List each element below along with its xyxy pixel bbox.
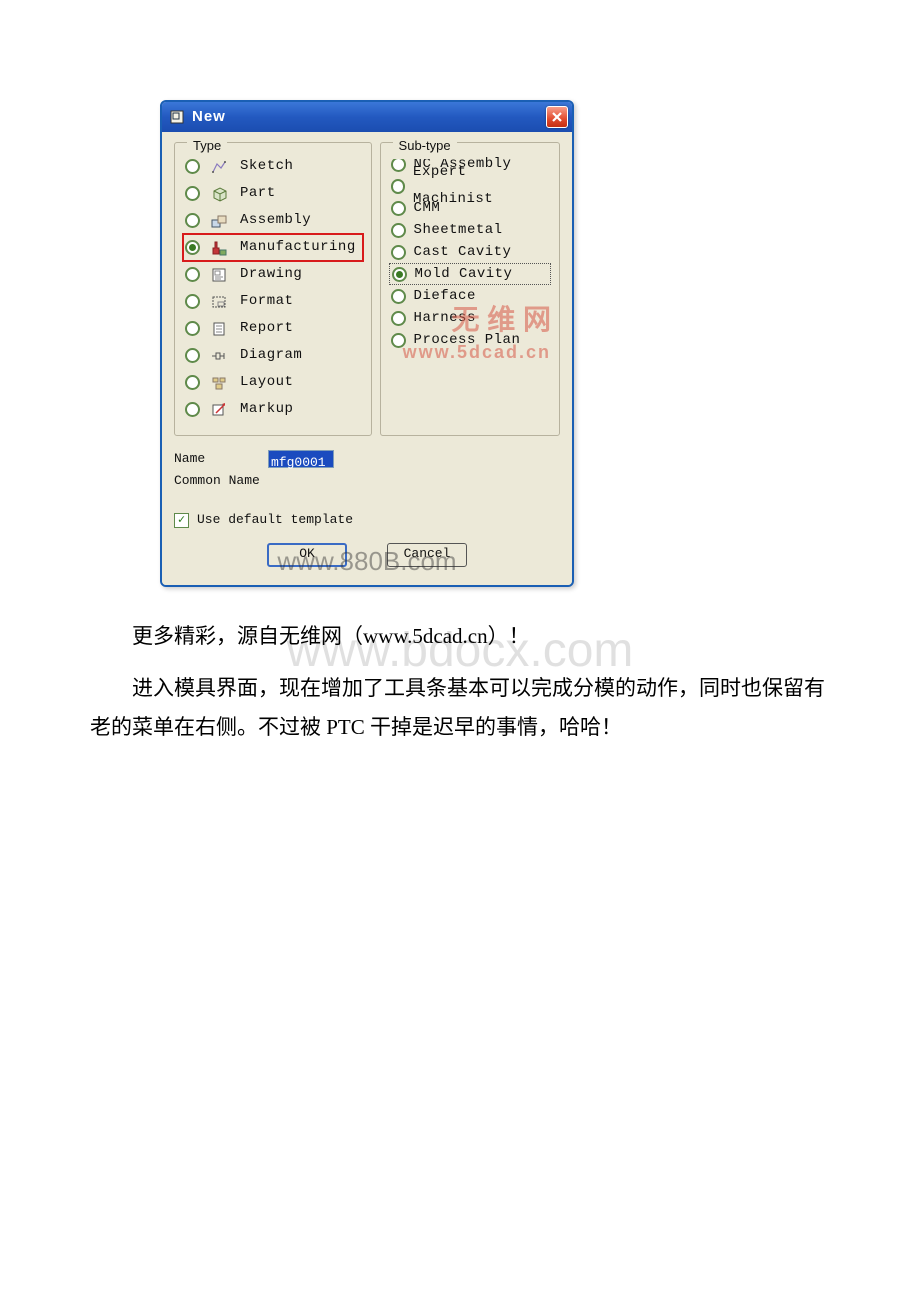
part-icon bbox=[208, 185, 230, 203]
type-option-part[interactable]: Part bbox=[183, 180, 363, 207]
common-name-row: Common Name bbox=[174, 470, 560, 492]
subtype-option-sheetmetal[interactable]: Sheetmetal bbox=[389, 219, 551, 241]
type-option-layout[interactable]: Layout bbox=[183, 369, 363, 396]
window-title: New bbox=[192, 103, 546, 132]
paragraph-2: 进入模具界面，现在增加了工具条基本可以完成分模的动作，同时也保留有老的菜单在右侧… bbox=[90, 669, 830, 749]
watermark-880b: www.880B.com bbox=[170, 537, 564, 586]
type-option-manufacturing[interactable]: Manufacturing bbox=[183, 234, 363, 261]
subtype-option-cast-cavity[interactable]: Cast Cavity bbox=[389, 241, 551, 263]
type-group: Type Sketch Part Assembly bbox=[174, 142, 372, 436]
radio-icon bbox=[185, 240, 200, 255]
subtype-option-expert-machinist[interactable]: Expert Machinist bbox=[389, 175, 551, 197]
radio-icon bbox=[185, 375, 200, 390]
radio-icon bbox=[391, 333, 406, 348]
radio-icon bbox=[391, 223, 406, 238]
assembly-icon bbox=[208, 212, 230, 230]
type-label: Layout bbox=[240, 369, 293, 396]
name-input[interactable]: mfg0001 bbox=[268, 450, 334, 468]
radio-icon bbox=[391, 245, 406, 260]
subtype-label: Process Plan bbox=[414, 327, 521, 354]
paragraph-1: 更多精彩，源自无维网（www.5dcad.cn）！ bbox=[90, 617, 830, 657]
type-label: Diagram bbox=[240, 342, 302, 369]
checkbox-label: Use default template bbox=[197, 508, 353, 533]
close-button[interactable] bbox=[546, 106, 568, 128]
radio-icon bbox=[185, 321, 200, 336]
type-label: Drawing bbox=[240, 261, 302, 288]
subtype-group-label: Sub-type bbox=[393, 134, 457, 159]
close-icon bbox=[551, 111, 563, 123]
subtype-option-process-plan[interactable]: Process Plan bbox=[389, 329, 551, 351]
common-name-label: Common Name bbox=[174, 469, 268, 494]
manufacturing-icon bbox=[208, 239, 230, 257]
dialog-body: Type Sketch Part Assembly bbox=[162, 132, 572, 585]
drawing-icon bbox=[208, 266, 230, 284]
radio-icon bbox=[185, 186, 200, 201]
type-label: Assembly bbox=[240, 207, 311, 234]
type-option-format[interactable]: Format bbox=[183, 288, 363, 315]
radio-icon bbox=[185, 348, 200, 363]
diagram-icon bbox=[208, 347, 230, 365]
button-row: www.880B.com OK Cancel bbox=[170, 533, 564, 577]
type-label: Markup bbox=[240, 396, 293, 423]
type-label: Format bbox=[240, 288, 293, 315]
radio-icon bbox=[185, 402, 200, 417]
titlebar[interactable]: New bbox=[162, 102, 572, 132]
radio-icon bbox=[391, 201, 406, 216]
radio-icon bbox=[392, 267, 407, 282]
name-label: Name bbox=[174, 447, 268, 472]
radio-icon bbox=[185, 213, 200, 228]
type-option-assembly[interactable]: Assembly bbox=[183, 207, 363, 234]
type-label: Manufacturing bbox=[240, 234, 356, 261]
type-label: Report bbox=[240, 315, 293, 342]
subtype-group: Sub-type NC Assembly Expert Machinist CM… bbox=[380, 142, 560, 436]
radio-icon bbox=[391, 311, 406, 326]
subtype-option-dieface[interactable]: Dieface bbox=[389, 285, 551, 307]
window-icon bbox=[168, 108, 186, 126]
type-label: Sketch bbox=[240, 153, 293, 180]
type-label: Part bbox=[240, 180, 276, 207]
report-icon bbox=[208, 320, 230, 338]
subtype-option-harness[interactable]: Harness bbox=[389, 307, 551, 329]
layout-icon bbox=[208, 374, 230, 392]
type-group-label: Type bbox=[187, 134, 227, 159]
type-option-markup[interactable]: Markup bbox=[183, 396, 363, 423]
name-row: Name mfg0001 bbox=[174, 448, 560, 470]
type-option-report[interactable]: Report bbox=[183, 315, 363, 342]
content-text: 更多精彩，源自无维网（www.5dcad.cn）！ 进入模具界面，现在增加了工具… bbox=[90, 617, 830, 749]
new-dialog: New Type Sketch Part bbox=[160, 100, 574, 587]
template-checkbox-row[interactable]: ✓ Use default template bbox=[170, 500, 564, 533]
radio-icon bbox=[391, 289, 406, 304]
radio-icon bbox=[185, 267, 200, 282]
type-option-diagram[interactable]: Diagram bbox=[183, 342, 363, 369]
radio-icon bbox=[391, 179, 406, 194]
subtype-option-mold-cavity[interactable]: Mold Cavity bbox=[389, 263, 551, 285]
checkbox-icon: ✓ bbox=[174, 513, 189, 528]
type-option-drawing[interactable]: Drawing bbox=[183, 261, 363, 288]
markup-icon bbox=[208, 401, 230, 419]
ok-button[interactable]: OK bbox=[267, 543, 347, 567]
name-area: Name mfg0001 Common Name bbox=[170, 440, 564, 500]
radio-icon bbox=[185, 159, 200, 174]
format-icon bbox=[208, 293, 230, 311]
radio-icon bbox=[185, 294, 200, 309]
cancel-button[interactable]: Cancel bbox=[387, 543, 467, 567]
sketch-icon bbox=[208, 158, 230, 176]
radio-icon bbox=[391, 157, 406, 172]
